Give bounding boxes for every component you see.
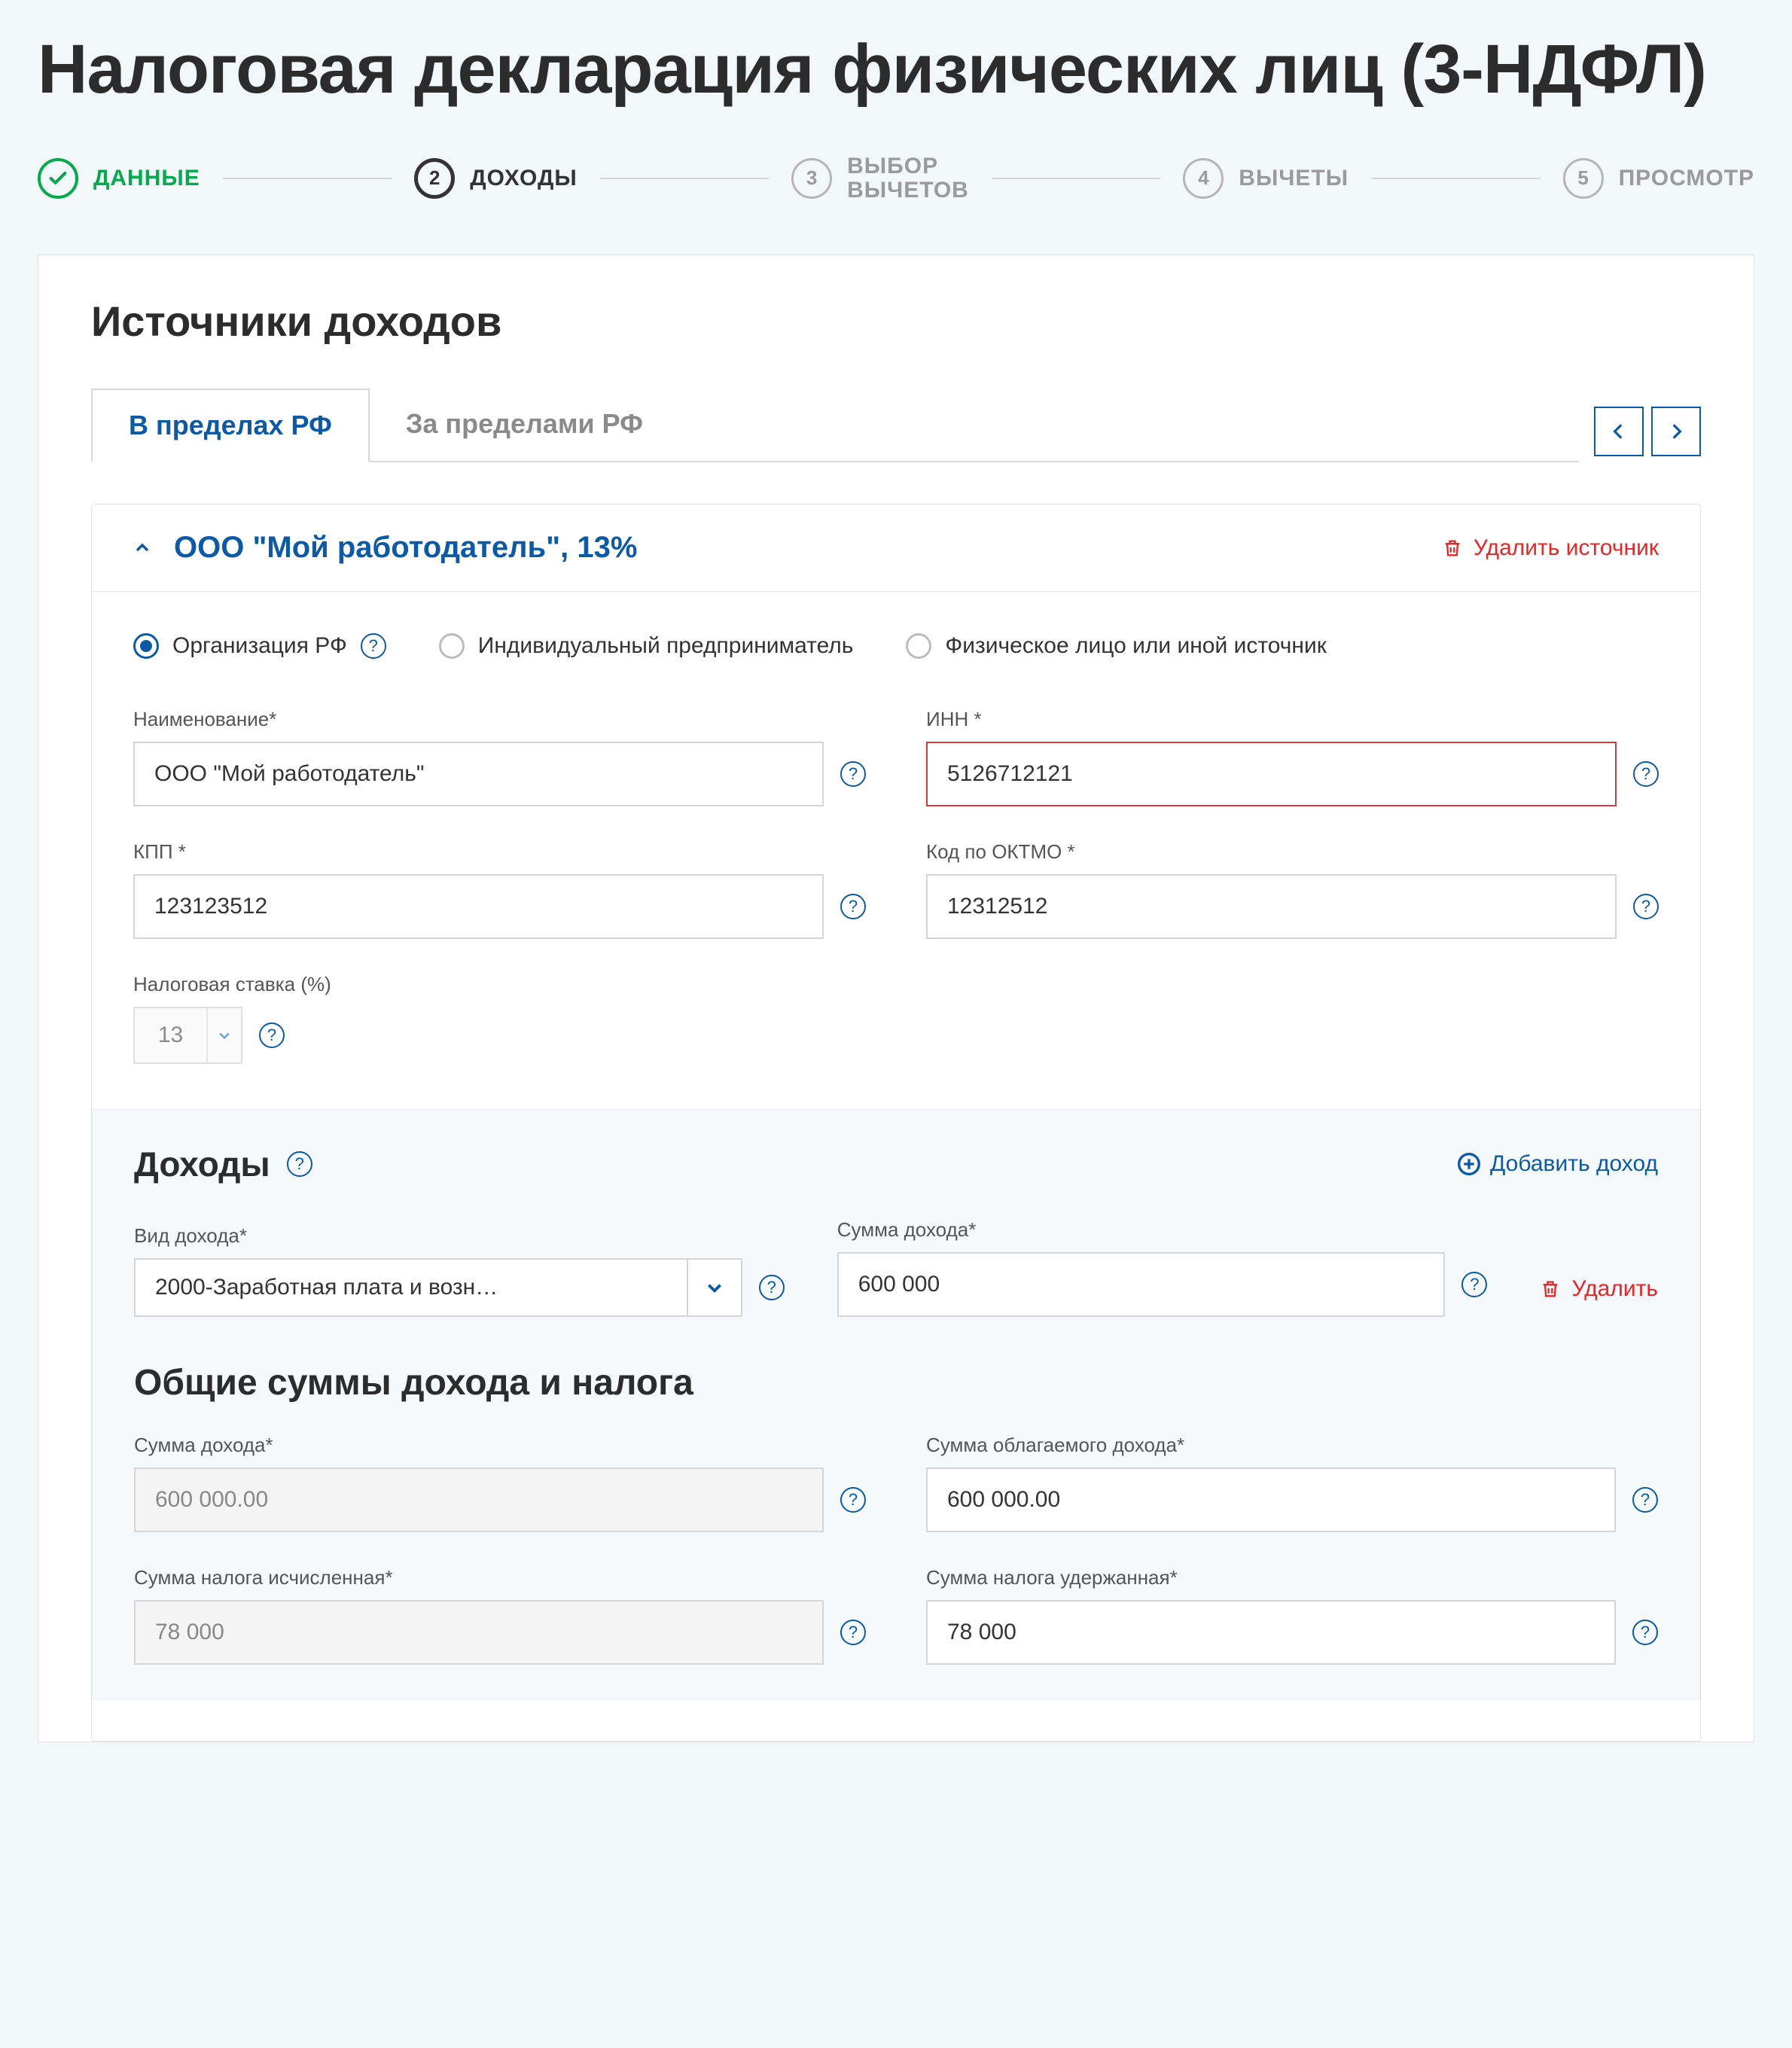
help-icon[interactable]: ? (1461, 1272, 1487, 1297)
step-divider (223, 178, 392, 179)
taxrate-label: Налоговая ставка (%) (133, 973, 866, 996)
tax-withheld-input[interactable] (926, 1600, 1616, 1665)
section-title: Источники доходов (91, 297, 1701, 346)
step-5[interactable]: 5 ПРОСМОТР (1563, 158, 1754, 199)
help-icon[interactable]: ? (759, 1275, 785, 1300)
income-title: Доходы (134, 1144, 270, 1184)
source-title: ООО "Мой работодатель", 13% (174, 531, 637, 565)
trash-icon (1442, 538, 1463, 559)
income-type-value: 2000-Заработная плата и возн… (136, 1275, 687, 1300)
taxable-income-label: Сумма облагаемого дохода* (926, 1434, 1658, 1457)
taxrate-value: 13 (135, 1022, 206, 1048)
plus-circle-icon (1457, 1152, 1481, 1176)
help-icon[interactable]: ? (1633, 894, 1659, 919)
chevron-up-icon (133, 539, 151, 557)
tabs: В пределах РФ За пределами РФ (91, 387, 1579, 462)
radio-icon (439, 633, 465, 659)
prev-source-button[interactable] (1594, 407, 1644, 456)
total-income-input (134, 1467, 824, 1532)
chevron-left-icon (1609, 422, 1629, 441)
delete-income-label: Удалить (1571, 1276, 1658, 1302)
next-source-button[interactable] (1651, 407, 1701, 456)
tab-outside-rf[interactable]: За пределами РФ (370, 389, 679, 462)
source-toggle[interactable]: ООО "Мой работодатель", 13% (133, 531, 637, 565)
step-2[interactable]: 2 ДОХОДЫ (414, 158, 577, 199)
step-divider (992, 178, 1160, 179)
step-1[interactable]: ДАННЫЕ (38, 158, 200, 199)
total-income-label: Сумма дохода* (134, 1434, 866, 1457)
help-icon[interactable]: ? (259, 1022, 285, 1048)
totals-title: Общие суммы дохода и налога (134, 1362, 1658, 1403)
help-icon[interactable]: ? (1632, 1487, 1658, 1513)
step-label: ВЫБОР ВЫЧЕТОВ (847, 154, 969, 202)
oktmo-label: Код по ОКТМО * (926, 840, 1659, 864)
chevron-down-icon (206, 1008, 241, 1062)
radio-icon (133, 633, 159, 659)
name-label: Наименование* (133, 708, 866, 731)
radio-ip[interactable]: Индивидуальный предприниматель (439, 633, 854, 659)
step-divider (600, 178, 769, 179)
kpp-label: КПП * (133, 840, 866, 864)
delete-source-label: Удалить источник (1474, 535, 1659, 561)
radio-label: Индивидуальный предприниматель (478, 633, 854, 659)
chevron-right-icon (1666, 422, 1686, 441)
radio-organization[interactable]: Организация РФ ? (133, 633, 386, 659)
help-icon[interactable]: ? (840, 894, 866, 919)
stepper: ДАННЫЕ 2 ДОХОДЫ 3 ВЫБОР ВЫЧЕТОВ 4 ВЫЧЕТЫ… (38, 154, 1754, 202)
step-label: ДОХОДЫ (470, 166, 577, 191)
chevron-down-icon (687, 1260, 741, 1315)
step-4[interactable]: 4 ВЫЧЕТЫ (1183, 158, 1349, 199)
delete-income-button[interactable]: Удалить (1540, 1276, 1658, 1302)
taxrate-select[interactable]: 13 (133, 1007, 242, 1064)
oktmo-input[interactable] (926, 874, 1617, 939)
income-amount-label: Сумма дохода* (837, 1218, 1488, 1242)
step-3[interactable]: 3 ВЫБОР ВЫЧЕТОВ (791, 154, 969, 202)
step-number: 4 (1183, 158, 1224, 199)
income-section: Доходы ? Добавить доход Вид дохода* 2000… (92, 1109, 1700, 1699)
main-panel: Источники доходов В пределах РФ За преде… (38, 254, 1754, 1742)
name-input[interactable] (133, 742, 824, 806)
tax-withheld-label: Сумма налога удержанная* (926, 1566, 1658, 1589)
help-icon[interactable]: ? (287, 1151, 312, 1177)
radio-label: Физическое лицо или иной источник (945, 633, 1326, 659)
page-title: Налоговая декларация физических лиц (3-Н… (38, 30, 1754, 109)
help-icon[interactable]: ? (840, 1487, 866, 1513)
taxable-income-input[interactable] (926, 1467, 1616, 1532)
help-icon[interactable]: ? (840, 1620, 866, 1645)
add-income-label: Добавить доход (1490, 1151, 1658, 1177)
kpp-input[interactable] (133, 874, 824, 939)
income-amount-input[interactable] (837, 1252, 1446, 1317)
step-label: ВЫЧЕТЫ (1239, 166, 1349, 191)
inn-input[interactable] (926, 742, 1617, 806)
step-number: 2 (414, 158, 455, 199)
step-label: ДАННЫЕ (93, 166, 200, 191)
tax-calculated-input (134, 1600, 824, 1665)
trash-icon (1540, 1278, 1561, 1300)
inn-label: ИНН * (926, 708, 1659, 731)
tab-inside-rf[interactable]: В пределах РФ (91, 389, 370, 462)
help-icon[interactable]: ? (361, 633, 386, 659)
check-icon (38, 158, 78, 199)
income-type-select[interactable]: 2000-Заработная плата и возн… (134, 1258, 742, 1317)
step-divider (1371, 178, 1540, 179)
help-icon[interactable]: ? (1633, 761, 1659, 787)
add-income-button[interactable]: Добавить доход (1457, 1151, 1658, 1177)
delete-source-button[interactable]: Удалить источник (1442, 535, 1659, 561)
radio-other-source[interactable]: Физическое лицо или иной источник (906, 633, 1326, 659)
tax-calculated-label: Сумма налога исчисленная* (134, 1566, 866, 1589)
radio-icon (906, 633, 931, 659)
step-number: 3 (791, 158, 832, 199)
help-icon[interactable]: ? (1632, 1620, 1658, 1645)
step-label: ПРОСМОТР (1619, 166, 1754, 191)
radio-label: Организация РФ (172, 633, 347, 659)
step-number: 5 (1563, 158, 1604, 199)
help-icon[interactable]: ? (840, 761, 866, 787)
income-type-label: Вид дохода* (134, 1224, 785, 1248)
source-card: ООО "Мой работодатель", 13% Удалить исто… (91, 504, 1701, 1742)
